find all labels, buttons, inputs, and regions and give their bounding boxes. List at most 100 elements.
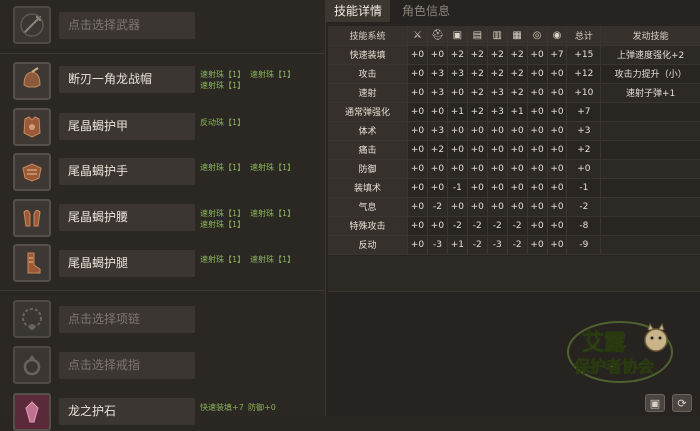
skill-point-value: +0 xyxy=(527,45,548,65)
skill-point-value: +1 xyxy=(507,102,528,122)
activated-skill xyxy=(600,159,700,179)
skill-point-value: -1 xyxy=(447,178,468,198)
decoration-text: 反动珠【1】 xyxy=(200,118,246,127)
skill-point-value: +2 xyxy=(487,64,508,84)
arms-armor-label[interactable]: 尾晶蝎护手 xyxy=(59,158,195,185)
decoration-text: 速射珠【1】 xyxy=(200,209,246,218)
skill-point-value: +1 xyxy=(447,235,468,255)
skill-name: 特殊攻击 xyxy=(328,216,409,236)
activated-skill: 上弹速度强化+2 xyxy=(600,45,700,65)
weapon-select-label[interactable]: 点击选择武器 xyxy=(59,12,195,39)
skill-point-value: +0 xyxy=(547,102,568,122)
waist-armor-icon[interactable] xyxy=(13,199,51,237)
skill-point-value: +2 xyxy=(507,45,528,65)
skill-total: -9 xyxy=(566,235,602,255)
skill-point-value: -2 xyxy=(467,235,488,255)
skill-point-value: +0 xyxy=(447,197,468,217)
skill-name: 痛击 xyxy=(328,140,409,160)
skill-point-value: +0 xyxy=(407,64,428,84)
skill-point-value: +0 xyxy=(407,197,428,217)
skill-row: 气息 +0 -2 +0 +0 +0 +0 +0 +0 -2 xyxy=(328,197,700,217)
skill-point-value: +0 xyxy=(527,83,548,103)
skill-point-value: +0 xyxy=(407,159,428,179)
ring-icon: ◉ xyxy=(547,26,568,46)
gauntlet-icon: ▤ xyxy=(467,26,488,46)
skill-point-value: +0 xyxy=(407,83,428,103)
header-skill-system: 技能系统 xyxy=(328,26,409,46)
skill-total: -1 xyxy=(566,178,602,198)
chest-armor-icon[interactable] xyxy=(13,108,51,146)
necklace-placeholder-icon[interactable] xyxy=(13,300,51,338)
skill-point-value: +2 xyxy=(507,83,528,103)
skill-point-value: +0 xyxy=(547,178,568,198)
skill-point-value: +3 xyxy=(487,102,508,122)
decoration-text: 速射珠【1】 xyxy=(200,81,246,90)
skill-point-value: +3 xyxy=(487,83,508,103)
skill-point-value: +2 xyxy=(427,140,448,160)
activated-skill xyxy=(600,178,700,198)
skill-point-value: +0 xyxy=(447,159,468,179)
talisman-icon[interactable] xyxy=(13,393,51,431)
ring-placeholder-icon[interactable] xyxy=(13,346,51,384)
refresh-icon[interactable]: ⟳ xyxy=(672,394,692,412)
activated-skill: 速射子弹+1 xyxy=(600,83,700,103)
tab-bar: 技能详情 角色信息 xyxy=(326,0,700,22)
decoration-text: 速射珠【1】 xyxy=(250,70,296,79)
skill-point-value: +0 xyxy=(407,102,428,122)
skill-point-value: +0 xyxy=(527,140,548,160)
chest-armor-icon: ▣ xyxy=(447,26,468,46)
tab-character-info[interactable]: 角色信息 xyxy=(394,0,458,22)
skill-point-value: -2 xyxy=(507,235,528,255)
talisman-label[interactable]: 龙之护石 xyxy=(59,398,195,425)
decoration-text: 速射珠【1】 xyxy=(200,163,246,172)
leg-armor-icon[interactable] xyxy=(13,244,51,282)
skill-point-value: +0 xyxy=(467,140,488,160)
skill-point-value: +3 xyxy=(427,121,448,141)
logo-sub-text: 保护者协会 xyxy=(573,357,654,376)
waist-decorations: 速射珠【1】 速射珠【1】 速射珠【1】 xyxy=(200,208,320,230)
skill-row: 快速装填 +0 +0 +2 +2 +2 +2 +0 +7 +15 上弹速度强化+2 xyxy=(328,45,700,65)
skill-point-value: +2 xyxy=(447,45,468,65)
skill-total: -2 xyxy=(566,197,602,217)
skill-point-value: +0 xyxy=(427,178,448,198)
skill-point-value: +0 xyxy=(407,178,428,198)
skill-point-value: +2 xyxy=(467,102,488,122)
skill-name: 防御 xyxy=(328,159,409,179)
skill-name: 气息 xyxy=(328,197,409,217)
save-icon[interactable]: ▣ xyxy=(645,394,665,412)
header-activated-skill: 发动技能 xyxy=(600,26,700,46)
skill-row: 防御 +0 +0 +0 +0 +0 +0 +0 +0 +0 xyxy=(328,159,700,179)
helmet-icon[interactable] xyxy=(13,62,51,100)
skill-point-value: +0 xyxy=(547,159,568,179)
skill-point-value: +0 xyxy=(547,197,568,217)
tab-skill-details[interactable]: 技能详情 xyxy=(326,0,391,22)
skill-point-value: +0 xyxy=(407,216,428,236)
weapon-placeholder-icon[interactable] xyxy=(13,6,51,44)
skill-point-value: -2 xyxy=(427,197,448,217)
waist-armor-label[interactable]: 尾晶蝎护腰 xyxy=(59,204,195,231)
skill-name: 速射 xyxy=(328,83,409,103)
head-armor-label[interactable]: 断刃一角龙战帽 xyxy=(59,66,195,93)
decoration-text: 速射珠【1】 xyxy=(250,209,296,218)
necklace-select-label[interactable]: 点击选择项链 xyxy=(59,306,195,333)
skill-point-value: +0 xyxy=(527,197,548,217)
table-empty-area xyxy=(328,256,700,292)
skill-total: +10 xyxy=(566,83,602,103)
skill-point-value: +0 xyxy=(527,178,548,198)
skill-name: 反动 xyxy=(328,235,409,255)
divider xyxy=(0,53,325,54)
skill-point-value: +0 xyxy=(427,159,448,179)
skill-point-value: +0 xyxy=(507,197,528,217)
ring-select-label[interactable]: 点击选择戒指 xyxy=(59,352,195,379)
skills-table: 技能系统 ⚔ ⛑ ▣ ▤ ▥ ▦ ◎ ◉ 总计 发动技能 快速装填 +0 +0 +2 +… xyxy=(328,26,700,255)
decoration-text: 速射珠【1】 xyxy=(200,70,246,79)
chest-armor-label[interactable]: 尾晶蝎护甲 xyxy=(59,113,195,140)
legs-decorations: 速射珠【1】 速射珠【1】 xyxy=(200,254,320,265)
skill-point-value: +0 xyxy=(507,159,528,179)
legs-armor-label[interactable]: 尾晶蝎护腿 xyxy=(59,250,195,277)
decoration-text: 速射珠【1】 xyxy=(250,255,296,264)
gauntlet-icon[interactable] xyxy=(13,153,51,191)
skill-point-value: +0 xyxy=(507,140,528,160)
skill-point-value: +0 xyxy=(527,102,548,122)
cat-mascot-icon xyxy=(644,328,668,352)
